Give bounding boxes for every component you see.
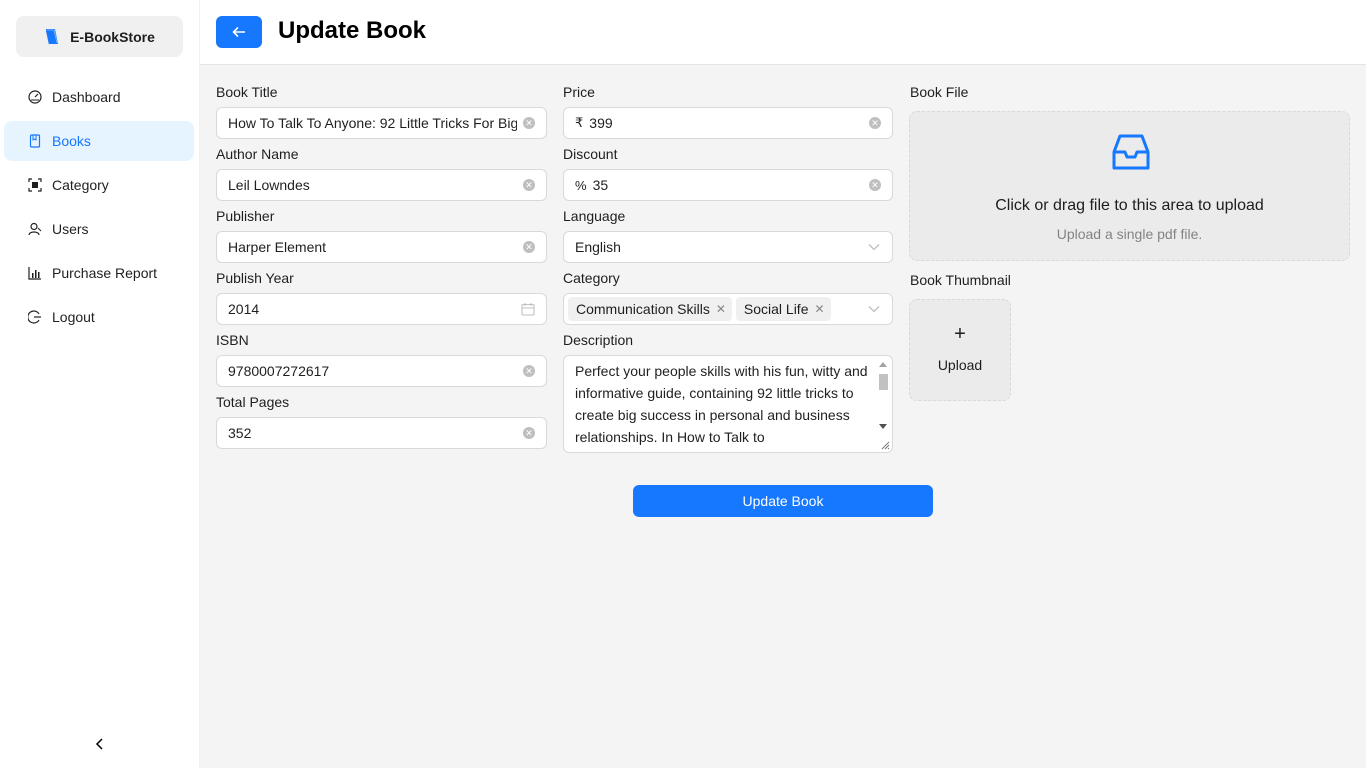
dropzone-hint: Upload a single pdf file.: [1056, 226, 1203, 242]
back-button[interactable]: [216, 16, 262, 48]
sidebar-menu: Dashboard Books Category Users Purchase …: [4, 77, 194, 341]
discount-input[interactable]: % 35 ✕: [563, 169, 893, 201]
app-name: E-BookStore: [70, 28, 155, 45]
sidebar-item-logout[interactable]: Logout: [4, 297, 194, 337]
price-value: 399: [589, 115, 613, 131]
category-icon: [28, 178, 42, 192]
description-label: Description: [563, 332, 634, 348]
sidebar: E-BookStore Dashboard Books Category Use…: [0, 0, 200, 768]
sidebar-item-books[interactable]: Books: [4, 121, 194, 161]
chevron-left-icon: [95, 738, 103, 750]
close-icon[interactable]: ✕: [814, 302, 824, 316]
sidebar-item-users[interactable]: Users: [4, 209, 194, 249]
clear-icon[interactable]: ✕: [523, 365, 535, 377]
total-pages-input[interactable]: 352 ✕: [216, 417, 547, 449]
book-file-dropzone[interactable]: Click or drag file to this area to uploa…: [909, 111, 1350, 261]
scroll-thumb[interactable]: [879, 374, 888, 390]
publisher-label: Publisher: [216, 208, 275, 224]
clear-icon[interactable]: ✕: [523, 427, 535, 439]
clear-icon[interactable]: ✕: [523, 241, 535, 253]
sidebar-item-label: Users: [52, 221, 89, 237]
thumbnail-upload-button[interactable]: + Upload: [909, 299, 1011, 401]
book-title-input[interactable]: How To Talk To Anyone: 92 Little Tricks …: [216, 107, 547, 139]
sidebar-item-label: Books: [52, 133, 91, 149]
publish-year-label: Publish Year: [216, 270, 294, 286]
publisher-input[interactable]: Harper Element ✕: [216, 231, 547, 263]
price-label: Price: [563, 84, 595, 100]
calendar-icon: [521, 302, 535, 316]
arrow-left-icon: [232, 26, 245, 38]
page-header: Update Book: [200, 0, 1366, 65]
sidebar-item-purchase-report[interactable]: Purchase Report: [4, 253, 194, 293]
scroll-down-arrow[interactable]: [879, 424, 887, 429]
book-icon: [28, 134, 42, 148]
upload-label: Upload: [937, 357, 983, 373]
sidebar-item-label: Category: [52, 177, 109, 193]
scroll-up-arrow[interactable]: [879, 362, 887, 367]
total-pages-value: 352: [228, 425, 252, 441]
logout-icon: [28, 310, 42, 324]
author-name-input[interactable]: Leil Lowndes ✕: [216, 169, 547, 201]
publish-year-value: 2014: [228, 301, 260, 317]
clear-icon[interactable]: ✕: [523, 179, 535, 191]
chevron-down-icon: [867, 240, 881, 254]
description-textarea[interactable]: Perfect your people skills with his fun,…: [563, 355, 893, 453]
category-tag: Communication Skills ✕: [568, 297, 732, 321]
isbn-value: 9780007272617: [228, 363, 330, 379]
language-label: Language: [563, 208, 626, 224]
book-thumbnail-label: Book Thumbnail: [910, 272, 1011, 288]
sidebar-item-label: Logout: [52, 309, 95, 325]
book-title-label: Book Title: [216, 84, 278, 100]
category-tags: Communication Skills ✕ Social Life ✕: [568, 297, 867, 321]
app-logo[interactable]: E-BookStore: [16, 16, 183, 57]
resize-handle-icon[interactable]: [880, 440, 890, 450]
bar-chart-icon: [28, 266, 42, 280]
category-label: Category: [563, 270, 620, 286]
sidebar-item-label: Purchase Report: [52, 265, 158, 281]
dropzone-text: Click or drag file to this area to uploa…: [995, 197, 1264, 214]
category-tag-label: Communication Skills: [576, 301, 710, 317]
category-select[interactable]: Communication Skills ✕ Social Life ✕: [563, 293, 893, 325]
publish-year-picker[interactable]: 2014: [216, 293, 547, 325]
rupee-icon: ₹: [575, 115, 584, 130]
book-logo-icon: [46, 28, 59, 45]
clear-icon[interactable]: ✕: [523, 117, 535, 129]
plus-icon: +: [954, 323, 966, 345]
isbn-label: ISBN: [216, 332, 249, 348]
book-title-value: How To Talk To Anyone: 92 Little Tricks …: [228, 115, 517, 131]
category-tag: Social Life ✕: [735, 297, 831, 321]
page-title: Update Book: [278, 17, 427, 44]
author-name-value: Leil Lowndes: [228, 177, 310, 193]
sidebar-item-dashboard[interactable]: Dashboard: [4, 77, 194, 117]
discount-label: Discount: [563, 146, 618, 162]
users-icon: [28, 222, 42, 236]
chevron-down-icon: [867, 302, 881, 316]
clear-icon[interactable]: ✕: [869, 179, 881, 191]
description-scrollbar[interactable]: [876, 358, 890, 450]
update-book-button[interactable]: Update Book: [633, 485, 933, 517]
clear-icon[interactable]: ✕: [869, 117, 881, 129]
price-input[interactable]: ₹ 399 ✕: [563, 107, 893, 139]
inbox-icon: [1112, 134, 1150, 170]
language-value: English: [575, 239, 621, 255]
publisher-value: Harper Element: [228, 239, 327, 255]
author-name-label: Author Name: [216, 146, 299, 162]
language-select[interactable]: English: [563, 231, 893, 263]
total-pages-label: Total Pages: [216, 394, 290, 410]
category-tag-label: Social Life: [743, 301, 809, 317]
close-icon[interactable]: ✕: [716, 302, 726, 316]
discount-value: 35: [592, 177, 609, 193]
sidebar-item-label: Dashboard: [52, 89, 121, 105]
sidebar-item-category[interactable]: Category: [4, 165, 194, 205]
isbn-input[interactable]: 9780007272617 ✕: [216, 355, 547, 387]
percent-icon: %: [575, 177, 587, 193]
description-text: Perfect your people skills with his fun,…: [575, 363, 868, 445]
sidebar-collapse-button[interactable]: [90, 734, 110, 754]
dashboard-icon: [28, 90, 42, 104]
book-file-label: Book File: [910, 84, 969, 100]
